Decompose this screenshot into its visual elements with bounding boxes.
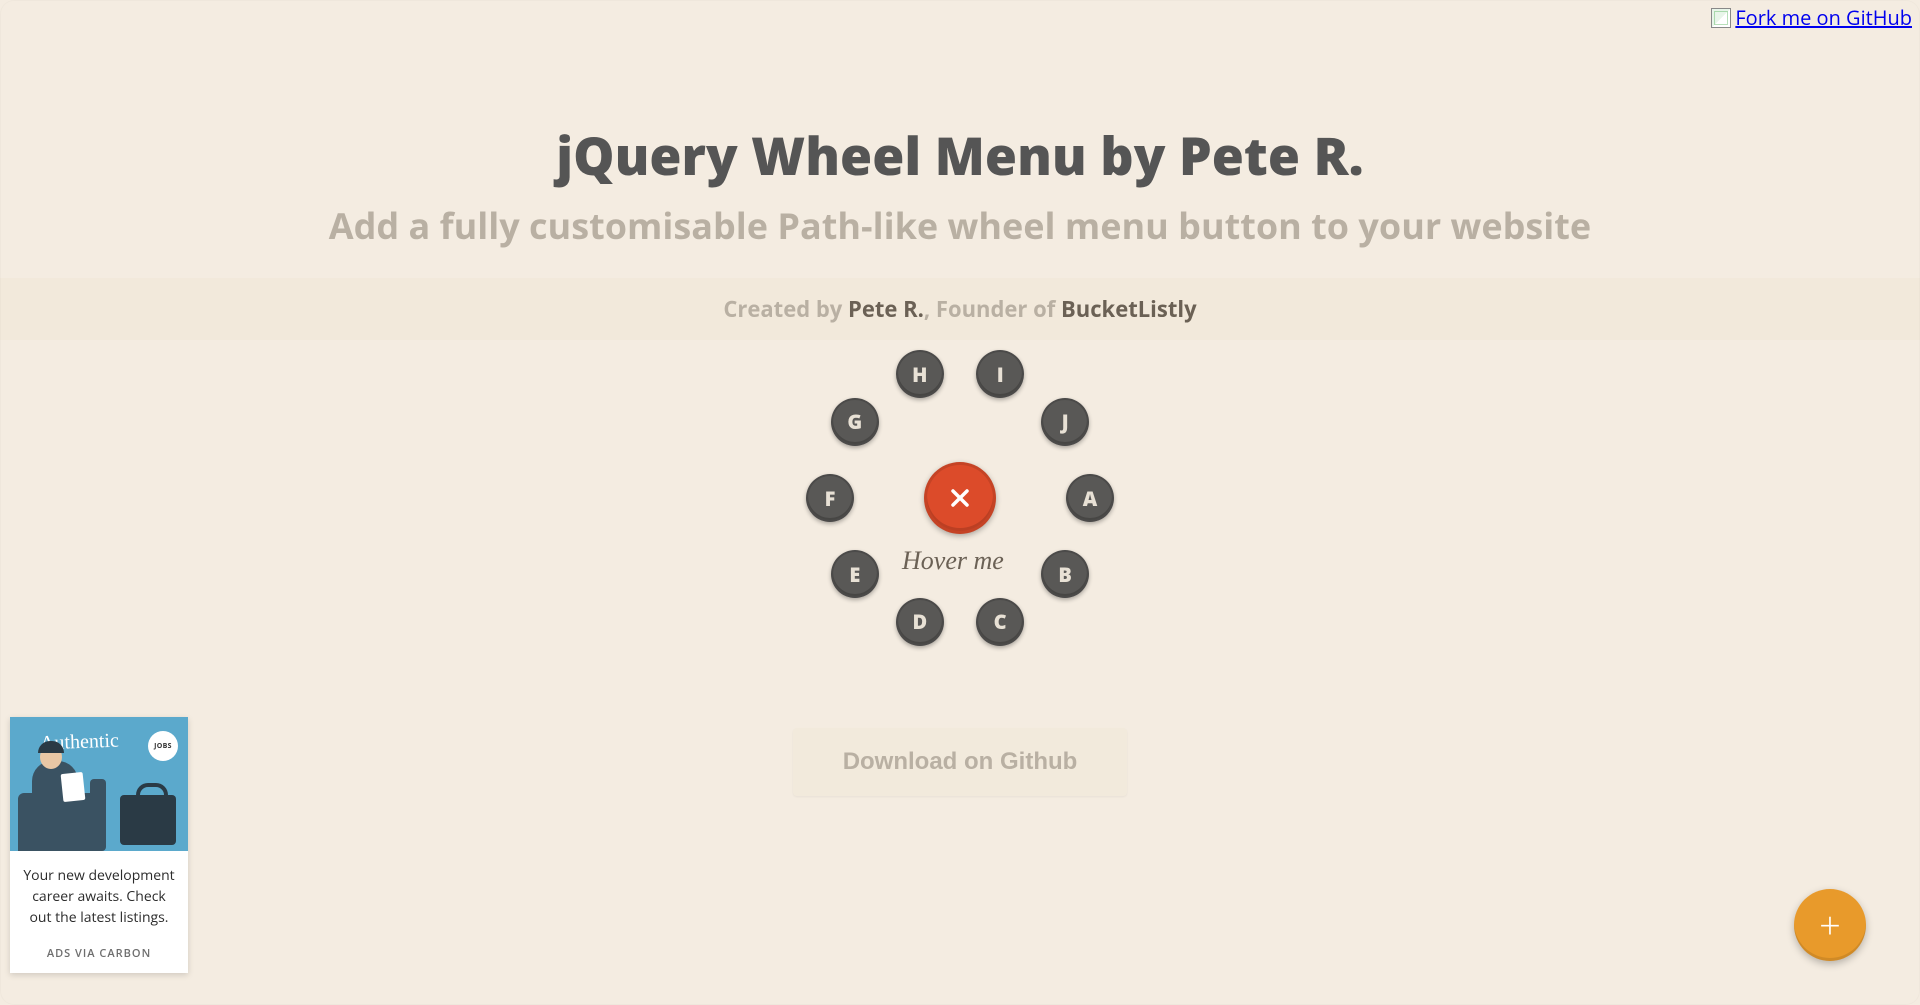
page-title: jQuery Wheel Menu by Pete R.: [0, 120, 1920, 191]
broken-image-icon: [1711, 8, 1731, 28]
ad-text: Your new development career awaits. Chec…: [10, 851, 188, 938]
wheel-item-e[interactable]: E: [831, 550, 879, 598]
wheel-item-b[interactable]: B: [1041, 550, 1089, 598]
download-button[interactable]: Download on Github: [793, 728, 1128, 796]
wheel-item-j[interactable]: J: [1041, 398, 1089, 446]
wheel-menu-area: Hover me ABCDEFGHIJ: [0, 362, 1920, 722]
wheel-center-button[interactable]: [924, 462, 996, 534]
wheel-item-h[interactable]: H: [896, 350, 944, 398]
fork-github-text: Fork me on GitHub: [1735, 4, 1912, 31]
floating-add-button[interactable]: +: [1794, 889, 1866, 961]
page-subtitle: Add a fully customisable Path-like wheel…: [0, 201, 1920, 250]
ad-via[interactable]: ADS VIA CARBON: [10, 938, 188, 973]
plus-icon: +: [1819, 906, 1841, 944]
credits-prefix: Created by: [723, 294, 848, 324]
ad-image: Authentic JOBS: [10, 717, 188, 851]
credits-site[interactable]: BucketListly: [1061, 294, 1197, 324]
page-header: jQuery Wheel Menu by Pete R. Add a fully…: [0, 0, 1920, 250]
ad-badge: JOBS: [148, 731, 178, 761]
carbon-ad[interactable]: Authentic JOBS Your new development care…: [10, 717, 188, 973]
credits-middle: , Founder of: [924, 294, 1061, 324]
fork-github-link[interactable]: Fork me on GitHub: [1711, 4, 1912, 31]
wheel-item-i[interactable]: I: [976, 350, 1024, 398]
wheel-item-f[interactable]: F: [806, 474, 854, 522]
credits-author[interactable]: Pete R.: [848, 294, 924, 324]
close-icon: [948, 486, 972, 510]
hover-label: Hover me: [902, 546, 1004, 576]
wheel-item-a[interactable]: A: [1066, 474, 1114, 522]
download-button-label: Download on Github: [843, 748, 1078, 775]
ad-illustration: [10, 761, 188, 851]
wheel-item-d[interactable]: D: [896, 598, 944, 646]
wheel-item-g[interactable]: G: [831, 398, 879, 446]
wheel-item-c[interactable]: C: [976, 598, 1024, 646]
credits-bar: Created by Pete R., Founder of BucketLis…: [0, 278, 1920, 340]
